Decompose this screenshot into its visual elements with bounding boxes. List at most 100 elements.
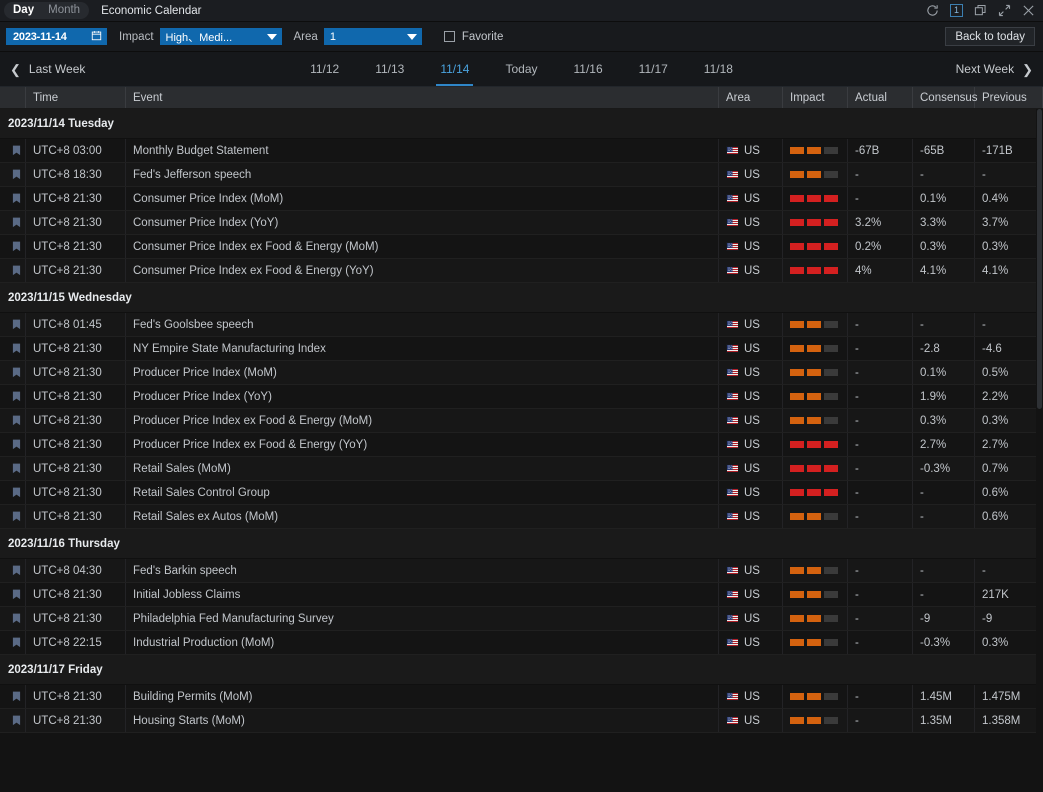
- cell-event[interactable]: Producer Price Index ex Food & Energy (Y…: [126, 433, 719, 456]
- cell-event[interactable]: Retail Sales (MoM): [126, 457, 719, 480]
- column-header-area[interactable]: Area: [719, 87, 783, 108]
- table-row[interactable]: UTC+8 21:30NY Empire State Manufacturing…: [0, 337, 1043, 361]
- cell-event[interactable]: Producer Price Index ex Food & Energy (M…: [126, 409, 719, 432]
- bookmark-icon[interactable]: [0, 337, 26, 360]
- refresh-icon[interactable]: [926, 4, 939, 17]
- cell-event[interactable]: Housing Starts (MoM): [126, 709, 719, 732]
- table-row[interactable]: UTC+8 21:30Producer Price Index (YoY)US-…: [0, 385, 1043, 409]
- column-header-impact[interactable]: Impact: [783, 87, 848, 108]
- bookmark-icon[interactable]: [0, 583, 26, 606]
- cell-area: US: [719, 313, 783, 336]
- bookmark-icon[interactable]: [0, 505, 26, 528]
- us-flag-icon: [726, 590, 739, 599]
- table-row[interactable]: UTC+8 21:30Building Permits (MoM)US-1.45…: [0, 685, 1043, 709]
- table-row[interactable]: UTC+8 21:30Retail Sales (MoM)US--0.3%0.7…: [0, 457, 1043, 481]
- cell-time: UTC+8 21:30: [26, 409, 126, 432]
- table-row[interactable]: UTC+8 21:30Consumer Price Index (MoM)US-…: [0, 187, 1043, 211]
- table-row[interactable]: UTC+8 21:30Retail Sales Control GroupUS-…: [0, 481, 1043, 505]
- cell-area: US: [719, 433, 783, 456]
- table-row[interactable]: UTC+8 21:30Consumer Price Index (YoY)US3…: [0, 211, 1043, 235]
- cell-event[interactable]: Fed's Jefferson speech: [126, 163, 719, 186]
- bookmark-icon[interactable]: [0, 211, 26, 234]
- favorite-checkbox[interactable]: [444, 31, 455, 42]
- cell-consensus: -: [913, 313, 975, 336]
- tab-month[interactable]: Month: [41, 2, 87, 19]
- cell-event[interactable]: Philadelphia Fed Manufacturing Survey: [126, 607, 719, 630]
- cell-area: US: [719, 457, 783, 480]
- bookmark-icon[interactable]: [0, 139, 26, 162]
- scrollbar-thumb[interactable]: [1037, 109, 1042, 409]
- bookmark-icon[interactable]: [0, 187, 26, 210]
- column-header-consensus[interactable]: Consensus: [913, 87, 975, 108]
- table-row[interactable]: UTC+8 01:45Fed's Goolsbee speechUS---: [0, 313, 1043, 337]
- week-day-tab[interactable]: 11/12: [292, 52, 357, 86]
- cell-event[interactable]: Producer Price Index (MoM): [126, 361, 719, 384]
- cell-event[interactable]: Industrial Production (MoM): [126, 631, 719, 654]
- bookmark-icon[interactable]: [0, 313, 26, 336]
- cell-event[interactable]: Fed's Goolsbee speech: [126, 313, 719, 336]
- bookmark-icon[interactable]: [0, 163, 26, 186]
- bookmark-icon[interactable]: [0, 607, 26, 630]
- table-row[interactable]: UTC+8 21:30Producer Price Index ex Food …: [0, 433, 1043, 457]
- table-row[interactable]: UTC+8 21:30Retail Sales ex Autos (MoM)US…: [0, 505, 1043, 529]
- impact-filter-select[interactable]: High、Medi...: [160, 28, 282, 45]
- column-header-previous[interactable]: Previous: [975, 87, 1043, 108]
- cell-event[interactable]: Building Permits (MoM): [126, 685, 719, 708]
- bookmark-icon[interactable]: [0, 259, 26, 282]
- bookmark-icon[interactable]: [0, 409, 26, 432]
- bookmark-icon[interactable]: [0, 361, 26, 384]
- vertical-scrollbar[interactable]: [1036, 109, 1043, 784]
- table-row[interactable]: UTC+8 04:30Fed's Barkin speechUS---: [0, 559, 1043, 583]
- table-row[interactable]: UTC+8 22:15Industrial Production (MoM)US…: [0, 631, 1043, 655]
- area-filter-select[interactable]: 1: [324, 28, 422, 45]
- week-day-tab[interactable]: 11/18: [686, 52, 751, 86]
- cell-event[interactable]: Retail Sales Control Group: [126, 481, 719, 504]
- tab-day[interactable]: Day: [6, 2, 41, 19]
- expand-icon[interactable]: [998, 4, 1011, 17]
- cell-event[interactable]: NY Empire State Manufacturing Index: [126, 337, 719, 360]
- cell-event[interactable]: Fed's Barkin speech: [126, 559, 719, 582]
- table-row[interactable]: UTC+8 21:30Consumer Price Index ex Food …: [0, 259, 1043, 283]
- cell-event[interactable]: Initial Jobless Claims: [126, 583, 719, 606]
- bookmark-icon[interactable]: [0, 631, 26, 654]
- week-day-tab-today[interactable]: Today: [487, 52, 555, 86]
- week-day-tab-selected[interactable]: 11/14: [422, 52, 487, 86]
- cell-event[interactable]: Consumer Price Index ex Food & Energy (M…: [126, 235, 719, 258]
- bookmark-icon[interactable]: [0, 709, 26, 732]
- table-row[interactable]: UTC+8 21:30Housing Starts (MoM)US-1.35M1…: [0, 709, 1043, 733]
- favorite-filter-toggle[interactable]: Favorite: [444, 31, 504, 43]
- table-row[interactable]: UTC+8 21:30Consumer Price Index ex Food …: [0, 235, 1043, 259]
- column-header-event[interactable]: Event: [126, 87, 719, 108]
- cell-event[interactable]: Monthly Budget Statement: [126, 139, 719, 162]
- bookmark-icon[interactable]: [0, 457, 26, 480]
- table-row[interactable]: UTC+8 21:30Producer Price Index (MoM)US-…: [0, 361, 1043, 385]
- cell-event[interactable]: Retail Sales ex Autos (MoM): [126, 505, 719, 528]
- week-day-tabs: 11/12 11/13 11/14 Today 11/16 11/17 11/1…: [0, 52, 1043, 86]
- week-day-tab[interactable]: 11/16: [556, 52, 621, 86]
- table-row[interactable]: UTC+8 21:30Philadelphia Fed Manufacturin…: [0, 607, 1043, 631]
- column-header-time[interactable]: Time: [26, 87, 126, 108]
- bookmark-icon[interactable]: [0, 433, 26, 456]
- table-row[interactable]: UTC+8 21:30Producer Price Index ex Food …: [0, 409, 1043, 433]
- bookmark-icon[interactable]: [0, 385, 26, 408]
- cell-event[interactable]: Consumer Price Index (YoY): [126, 211, 719, 234]
- table-row[interactable]: UTC+8 03:00Monthly Budget StatementUS-67…: [0, 139, 1043, 163]
- close-icon[interactable]: [1022, 4, 1035, 17]
- cell-event[interactable]: Consumer Price Index ex Food & Energy (Y…: [126, 259, 719, 282]
- window-count-badge[interactable]: 1: [950, 4, 963, 17]
- bookmark-icon[interactable]: [0, 685, 26, 708]
- restore-window-icon[interactable]: [974, 4, 987, 17]
- week-day-tab[interactable]: 11/17: [621, 52, 686, 86]
- date-picker-input[interactable]: 2023-11-14: [6, 28, 107, 45]
- table-row[interactable]: UTC+8 18:30Fed's Jefferson speechUS---: [0, 163, 1043, 187]
- cell-consensus: 0.3%: [913, 235, 975, 258]
- cell-event[interactable]: Consumer Price Index (MoM): [126, 187, 719, 210]
- back-to-today-button[interactable]: Back to today: [945, 27, 1035, 46]
- table-row[interactable]: UTC+8 21:30Initial Jobless ClaimsUS--217…: [0, 583, 1043, 607]
- bookmark-icon[interactable]: [0, 235, 26, 258]
- bookmark-icon[interactable]: [0, 481, 26, 504]
- column-header-actual[interactable]: Actual: [848, 87, 913, 108]
- week-day-tab[interactable]: 11/13: [357, 52, 422, 86]
- bookmark-icon[interactable]: [0, 559, 26, 582]
- cell-event[interactable]: Producer Price Index (YoY): [126, 385, 719, 408]
